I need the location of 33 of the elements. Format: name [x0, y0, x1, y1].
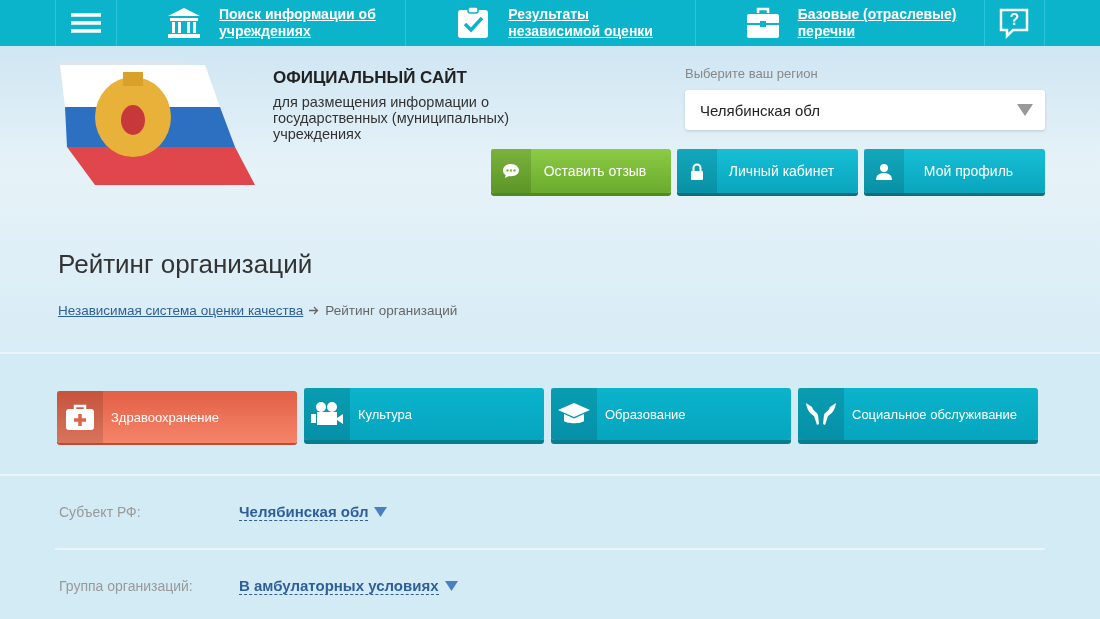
dropdown-arrow-icon — [374, 507, 388, 517]
region-select[interactable]: Челябинская обл — [685, 90, 1045, 130]
menu-icon — [71, 13, 101, 33]
profile-button[interactable]: Мой профиль — [864, 149, 1045, 193]
filter-label: Субъект РФ: — [58, 504, 142, 520]
nav-link[interactable]: Базовые (отраслевые) перечни — [797, 6, 973, 40]
speech-bubble-icon — [998, 7, 1031, 39]
filter-dropdown[interactable]: В амбулаторных условиях — [239, 577, 458, 595]
building-icon — [167, 7, 201, 39]
hands-icon — [804, 401, 838, 427]
site-title: ОФИЦИАЛЬНЫЙ САЙТ — [273, 68, 468, 88]
film-camera-icon — [310, 401, 344, 427]
arrow-right-icon — [309, 306, 320, 315]
account-button[interactable]: Личный кабинет — [677, 149, 858, 193]
nav-link[interactable]: Результаты независимой оценки — [508, 6, 684, 40]
dropdown-arrow-icon — [444, 581, 458, 591]
user-icon — [876, 162, 892, 180]
page-title: Рейтинг организаций — [58, 249, 313, 280]
briefcase-icon — [745, 7, 780, 39]
breadcrumb-link[interactable]: Независимая система оценки качества — [58, 303, 304, 318]
category-tab[interactable]: Здравоохранение — [57, 391, 297, 443]
breadcrumb-current: Рейтинг организаций — [325, 303, 458, 318]
speech-bubble-icon — [502, 163, 520, 179]
feedback-button[interactable]: Оставить отзыв — [491, 149, 671, 193]
checkmark-icon — [456, 6, 491, 40]
lock-icon — [690, 162, 704, 180]
site-subtitle: для размещения информации о государственных (муниципальных) учреждениях — [273, 94, 510, 142]
filter-dropdown[interactable]: Челябинская обл — [239, 503, 388, 521]
filter-label: Группа организаций: — [58, 578, 194, 594]
region-label: Выберите ваш регион — [685, 66, 819, 81]
first-aid-kit-icon — [65, 404, 95, 430]
nav-link[interactable]: Поиск информации об учреждениях — [219, 6, 394, 40]
dropdown-arrow-icon — [1017, 103, 1033, 116]
